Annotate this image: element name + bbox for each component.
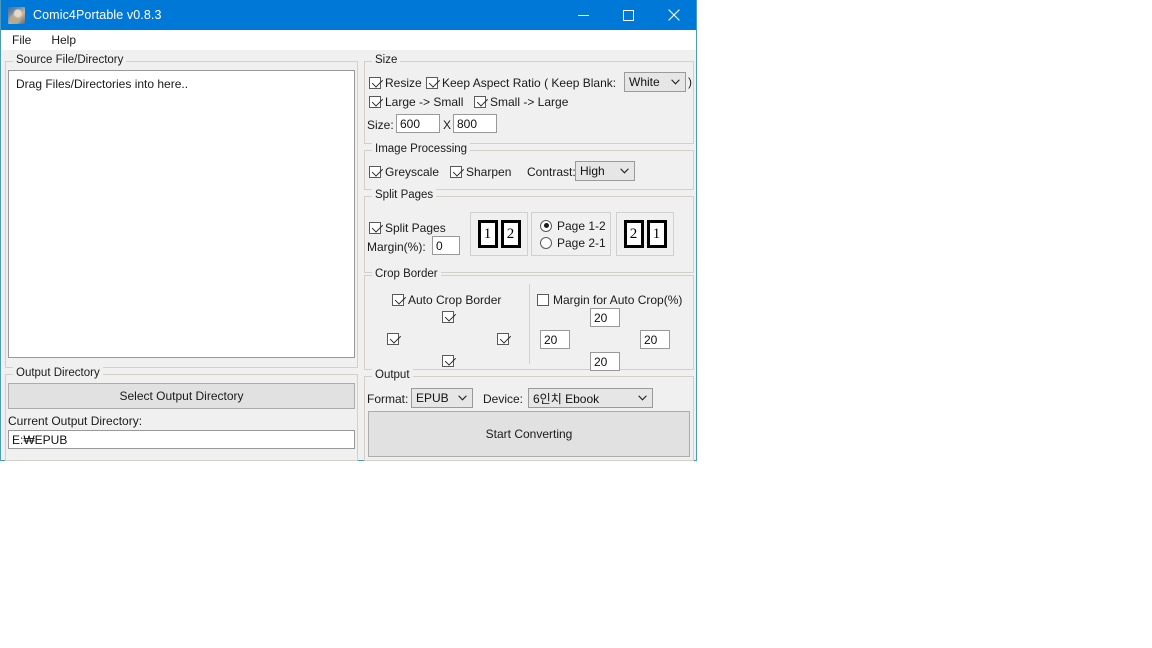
crop-margin-right-input[interactable] [640, 330, 670, 349]
output-group-legend: Output [372, 369, 413, 381]
menu-item-help[interactable]: Help [47, 32, 85, 48]
format-label: Format: [367, 392, 409, 406]
crop-bottom-checkbox[interactable] [442, 355, 454, 367]
keep-blank-close-paren: ) [688, 75, 692, 89]
size-height-input[interactable] [453, 114, 497, 133]
start-converting-button[interactable]: Start Converting [368, 411, 690, 457]
page-order-left-second: 2 [500, 220, 521, 248]
menu-bar: File Help [1, 30, 696, 50]
crop-margin-bottom-input[interactable] [590, 352, 620, 371]
sharpen-checkbox-box [450, 166, 462, 178]
maximize-icon[interactable] [606, 0, 651, 30]
window-title: Comic4Portable v0.8.3 [33, 8, 162, 22]
chevron-down-icon [616, 168, 632, 174]
margin-for-auto-crop-label: Margin for Auto Crop(%) [553, 293, 683, 307]
page-order-1-2-preview[interactable]: 1 2 [470, 212, 528, 256]
page-1-2-label: Page 1-2 [557, 218, 606, 233]
page-order-left-first: 1 [477, 220, 498, 248]
crop-margin-top-input[interactable] [590, 308, 620, 327]
size-width-input[interactable] [396, 114, 440, 133]
split-pages-checkbox[interactable]: Split Pages [369, 221, 446, 235]
contrast-value: High [580, 164, 605, 178]
split-margin-input[interactable] [432, 236, 460, 255]
resize-label: Resize [385, 76, 422, 90]
page-order-radio-panel: Page 1-2 Page 2-1 [531, 212, 611, 256]
page-2-1-radio[interactable]: Page 2-1 [540, 236, 610, 250]
crop-border-divider [529, 284, 530, 364]
select-output-directory-button[interactable]: Select Output Directory [8, 383, 355, 409]
page-order-right-first: 2 [623, 220, 644, 248]
crop-margin-left-input[interactable] [540, 330, 570, 349]
crop-border-legend: Crop Border [372, 268, 441, 280]
chevron-down-icon [454, 395, 470, 401]
select-output-directory-label: Select Output Directory [119, 389, 244, 403]
greyscale-checkbox-box [369, 166, 381, 178]
chevron-down-icon [634, 395, 650, 401]
small-to-large-checkbox-box [474, 96, 486, 108]
menu-item-file[interactable]: File [8, 32, 40, 48]
source-dropzone[interactable]: Drag Files/Directories into here.. [8, 70, 355, 358]
output-directory-legend: Output Directory [13, 367, 103, 379]
crop-left-checkbox[interactable] [387, 333, 399, 345]
sharpen-checkbox[interactable]: Sharpen [450, 165, 511, 179]
auto-crop-border-checkbox[interactable]: Auto Crop Border [392, 293, 501, 307]
size-label: Size: [367, 118, 394, 132]
client-area: Source File/Directory Drag Files/Directo… [1, 50, 696, 461]
contrast-label: Contrast: [527, 165, 576, 179]
current-output-directory-input[interactable] [8, 430, 355, 449]
sharpen-label: Sharpen [466, 165, 512, 179]
crop-right-checkbox[interactable] [497, 333, 509, 345]
minimize-icon[interactable] [561, 0, 606, 30]
contrast-select[interactable]: High [575, 161, 635, 181]
split-margin-label: Margin(%): [367, 240, 426, 254]
resize-checkbox[interactable]: Resize [369, 76, 422, 90]
crop-top-checkbox[interactable] [442, 311, 454, 323]
greyscale-label: Greyscale [385, 165, 440, 179]
source-dropzone-text: Drag Files/Directories into here.. [16, 77, 189, 91]
resize-checkbox-box [369, 77, 381, 89]
page-2-1-radio-dot [540, 236, 552, 249]
app-portrait-icon [8, 6, 25, 24]
greyscale-checkbox[interactable]: Greyscale [369, 165, 439, 179]
keep-blank-select[interactable]: White [624, 72, 686, 92]
auto-crop-border-checkbox-box [392, 294, 404, 306]
margin-for-auto-crop-checkbox-box [537, 294, 549, 306]
large-to-small-checkbox[interactable]: Large -> Small [369, 95, 463, 109]
format-value: EPUB [416, 391, 449, 405]
split-pages-checkbox-box [369, 222, 381, 234]
page-1-2-radio[interactable]: Page 1-2 [540, 219, 610, 233]
large-to-small-label: Large -> Small [385, 95, 464, 109]
margin-for-auto-crop-checkbox[interactable]: Margin for Auto Crop(%) [537, 293, 682, 307]
app-window: Comic4Portable v0.8.3 File Help Source F… [0, 0, 697, 461]
page-2-1-label: Page 2-1 [557, 235, 606, 250]
page-order-right-second: 1 [646, 220, 667, 248]
device-value: 6인치 Ebook [533, 391, 600, 406]
device-select[interactable]: 6인치 Ebook [528, 388, 653, 408]
page-order-2-1-preview[interactable]: 2 1 [616, 212, 674, 256]
split-pages-label: Split Pages [385, 221, 446, 235]
keep-aspect-ratio-label: Keep Aspect Ratio ( Keep Blank: [442, 76, 617, 90]
page-1-2-radio-dot [540, 219, 552, 232]
split-pages-legend: Split Pages [372, 189, 437, 201]
large-to-small-checkbox-box [369, 96, 381, 108]
size-group-legend: Size [372, 54, 401, 66]
small-to-large-label: Small -> Large [490, 95, 569, 109]
size-x-label: X [443, 118, 452, 132]
close-icon[interactable] [651, 0, 696, 30]
keep-aspect-ratio-checkbox[interactable]: Keep Aspect Ratio ( Keep Blank: [426, 76, 616, 90]
keep-blank-value: White [629, 75, 660, 89]
auto-crop-border-label: Auto Crop Border [408, 293, 502, 307]
image-processing-legend: Image Processing [372, 143, 471, 155]
chevron-down-icon [667, 79, 683, 85]
format-select[interactable]: EPUB [411, 388, 473, 408]
source-group-legend: Source File/Directory [13, 54, 127, 66]
device-label: Device: [483, 392, 524, 406]
keep-aspect-ratio-checkbox-box [426, 77, 438, 89]
current-output-directory-label: Current Output Directory: [8, 414, 143, 428]
start-converting-label: Start Converting [485, 427, 573, 441]
small-to-large-checkbox[interactable]: Small -> Large [474, 95, 568, 109]
title-bar[interactable]: Comic4Portable v0.8.3 [1, 0, 696, 30]
window-controls [561, 0, 696, 30]
